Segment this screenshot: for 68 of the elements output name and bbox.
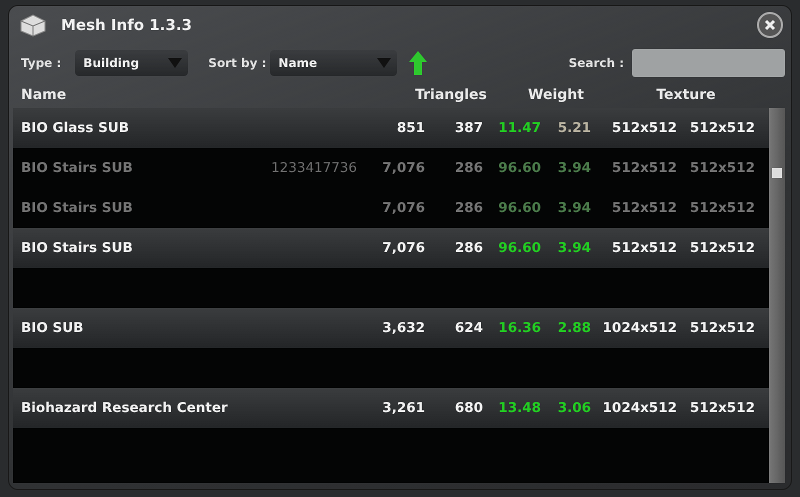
weight-cell-text: 13.48 — [497, 400, 541, 416]
triangles-cell-text: 851 — [396, 120, 425, 136]
weight-cell-text: 16.36 — [497, 320, 541, 336]
weight-cell-text: 96.60 — [497, 160, 541, 176]
triangles-cell-text: 3,632 — [381, 320, 425, 336]
up-arrow-icon[interactable] — [409, 51, 428, 75]
triangles-cell-text: 286 — [454, 200, 483, 216]
name-cell-text: BIO SUB — [21, 320, 84, 336]
search-field[interactable] — [632, 49, 785, 77]
texture-cell-text: 512x512 — [688, 400, 755, 416]
building-icon — [19, 13, 47, 37]
weight-cell-text: 3.94 — [556, 200, 591, 216]
id-cell: 1233417736 — [271, 160, 357, 176]
name-cell-text: BIO Stairs SUB — [21, 240, 134, 256]
texture-cell-text: 1024x512 — [602, 400, 677, 416]
close-button[interactable] — [757, 12, 783, 38]
triangles-cell-text: 3,261 — [381, 400, 425, 416]
name-cell-text: BIO Stairs SUB — [21, 160, 134, 176]
texture-cell-text: 512x512 — [610, 200, 677, 216]
search-label: Search : — [568, 56, 624, 70]
texture-cell-text: 512x512 — [610, 240, 677, 256]
weight-cell-text: 3.94 — [556, 160, 591, 176]
triangles-cell-text: 286 — [454, 160, 483, 176]
weight-cell-text: 5.21 — [556, 120, 591, 136]
triangles-cell-text: 387 — [454, 120, 483, 136]
table-row[interactable]: BIO Stairs SUB 7,076 286 96.60 3.94 512x512 512x512 — [13, 188, 769, 228]
texture-cell-text: 512x512 — [688, 320, 755, 336]
type-label: Type : — [21, 56, 62, 70]
column-header: Texture — [655, 87, 717, 103]
texture-cell-text: 512x512 — [688, 240, 755, 256]
scroll-thumb[interactable] — [772, 168, 782, 178]
triangles-cell-text: 7,076 — [381, 200, 425, 216]
name-cell-text: BIO Stairs SUB — [21, 200, 134, 216]
table-row[interactable]: BIO SUB 3,632 624 16.36 2.88 1024x512 512x512 — [13, 308, 769, 348]
close-icon — [764, 19, 776, 31]
sort-label: Sort by : — [208, 56, 266, 70]
name-cell-text: Biohazard Research Center — [21, 400, 229, 416]
table-row[interactable]: Biohazard Research Center 3,261 680 13.48 3.06 1024x512 512x512 — [13, 388, 769, 428]
column-header: Name — [21, 87, 68, 103]
name-cell-text: BIO Glass SUB — [21, 120, 130, 136]
texture-cell-text: 512x512 — [688, 160, 755, 176]
caret-icon — [168, 58, 182, 68]
triangles-cell-text: 7,076 — [381, 160, 425, 176]
weight-cell-text: 3.94 — [556, 240, 591, 256]
table-row[interactable]: BIO Glass SUB 851 387 11.47 5.21 512x512 512x512 — [13, 108, 769, 148]
weight-cell-text: 96.60 — [497, 200, 541, 216]
column-header: Triangles — [414, 87, 488, 103]
column-header: Weight — [527, 87, 585, 103]
table-row[interactable]: BIO Stairs SUB 7,076 286 96.60 3.94 512x512 512x512 — [13, 228, 769, 268]
sort-dropdown[interactable]: Name — [270, 50, 398, 76]
weight-cell-text: 11.47 — [497, 120, 541, 136]
triangles-cell-text: 7,076 — [381, 240, 425, 256]
window-title: Mesh Info 1.3.3 — [61, 16, 193, 34]
weight-cell-text: 2.88 — [556, 320, 591, 336]
triangles-cell-text: 286 — [454, 240, 483, 256]
texture-cell-text: 512x512 — [610, 160, 677, 176]
table-row[interactable]: BIO Stairs SUB 1233417736 7,076 286 96.60 3.94 512x512 512x512 — [13, 148, 769, 188]
weight-cell-text: 96.60 — [497, 240, 541, 256]
triangles-cell-text: 680 — [454, 400, 483, 416]
caret-icon — [377, 58, 392, 68]
scrollbar[interactable] — [769, 108, 785, 483]
texture-cell-text: 512x512 — [688, 200, 755, 216]
texture-cell-text: 512x512 — [610, 120, 677, 136]
texture-cell-text: 512x512 — [688, 120, 755, 136]
type-dropdown[interactable]: Building — [75, 50, 188, 76]
weight-cell-text: 3.06 — [556, 400, 591, 416]
triangles-cell-text: 624 — [454, 320, 483, 336]
texture-cell-text: 1024x512 — [602, 320, 677, 336]
